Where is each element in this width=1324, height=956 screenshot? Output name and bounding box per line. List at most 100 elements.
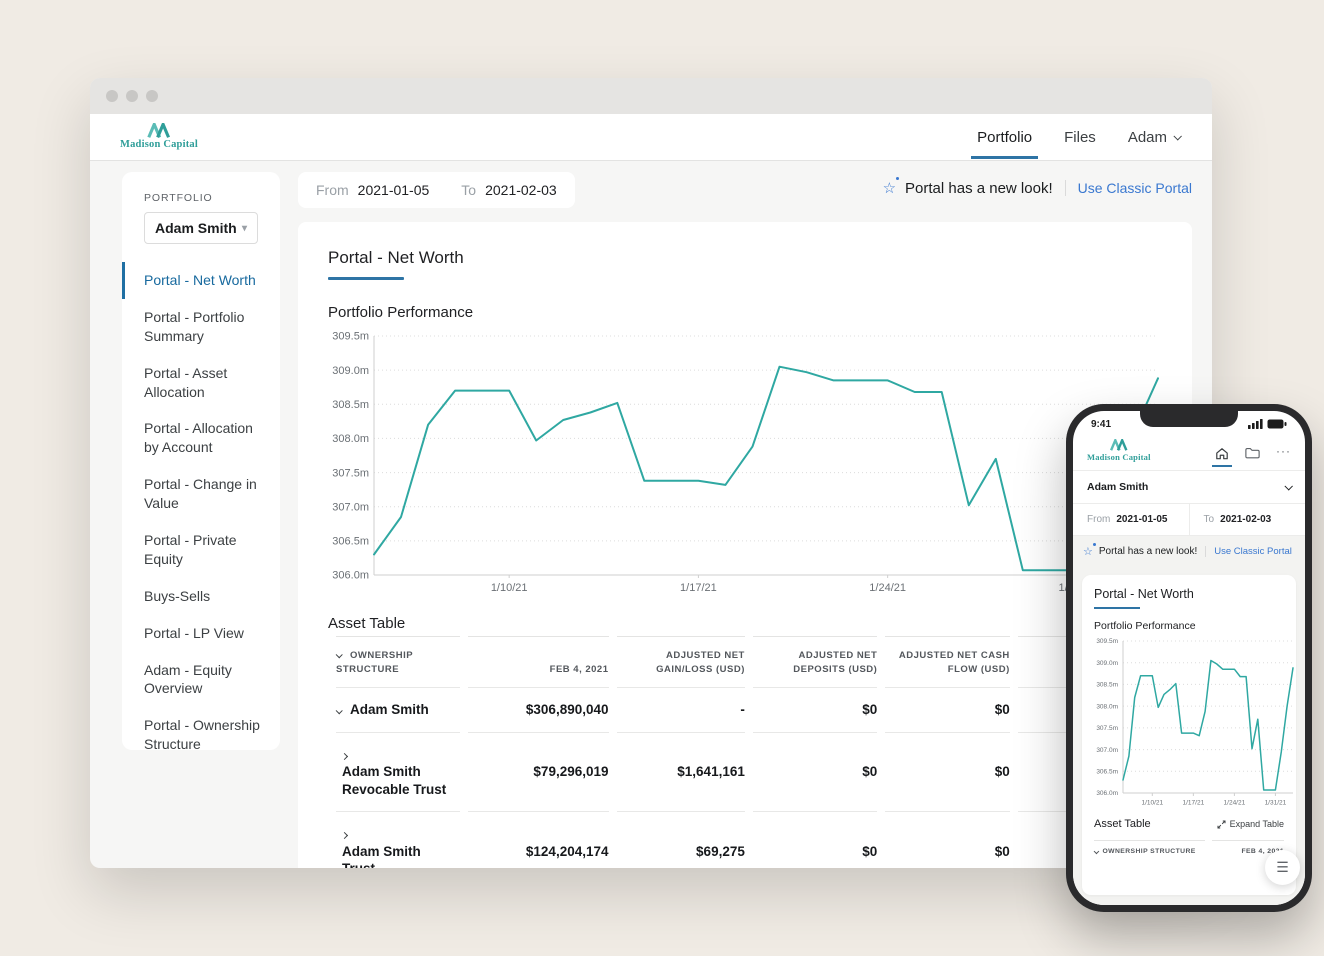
- nav-tab-files[interactable]: Files: [1062, 116, 1098, 159]
- brand-wordmark: Madison Capital: [1087, 453, 1151, 462]
- expand-table-label: Expand Table: [1230, 819, 1284, 829]
- row-name: Adam Smith: [350, 701, 429, 719]
- home-icon[interactable]: [1215, 447, 1229, 460]
- from-date-input[interactable]: 2021-01-05: [358, 182, 430, 198]
- column-header[interactable]: ADJUSTED NET DEPOSITS (USD): [753, 636, 877, 687]
- from-label: From: [1087, 514, 1110, 525]
- collapse-chevron-icon[interactable]: [336, 651, 343, 658]
- phone-brand-logo[interactable]: Madison Capital: [1087, 439, 1151, 462]
- portfolio-select-value: Adam Smith: [1087, 481, 1148, 493]
- top-navbar: Madison Capital Portfolio Files Adam: [90, 114, 1212, 161]
- use-classic-portal-link[interactable]: Use Classic Portal: [1205, 546, 1292, 557]
- row-name: Adam Smith Trust: [342, 843, 447, 868]
- cell-value: $0: [885, 732, 1009, 812]
- cell-value: $0: [885, 811, 1009, 868]
- phone-portfolio-select[interactable]: Adam Smith: [1073, 471, 1305, 504]
- new-look-banner: ☆ Portal has a new look! Use Classic Por…: [883, 179, 1192, 197]
- sidebar-item-equity-overview[interactable]: Adam - Equity Overview: [122, 652, 280, 708]
- sidebar-item-private-equity[interactable]: Portal - Private Equity: [122, 522, 280, 578]
- expand-chevron-icon[interactable]: [341, 753, 348, 760]
- cell-value: $1,641,161: [617, 732, 745, 812]
- cell-value: $0: [753, 687, 877, 732]
- expand-chevron-icon[interactable]: [341, 832, 348, 839]
- column-header[interactable]: FEB 4, 2021: [468, 636, 608, 687]
- table-row[interactable]: Adam Smith Revocable Trust $79,296,019 $…: [336, 732, 1154, 812]
- nav-user-menu[interactable]: Adam: [1126, 116, 1182, 159]
- phone-to-date[interactable]: To 2021-02-03: [1189, 504, 1306, 535]
- table-row[interactable]: Adam Smith $306,890,040 - $0 $0: [336, 687, 1154, 732]
- cell-value: $0: [753, 811, 877, 868]
- select-caret-icon: ▾: [242, 223, 247, 234]
- table-row[interactable]: Adam Smith Trust $124,204,174 $69,275 $0…: [336, 811, 1154, 868]
- use-classic-portal-link[interactable]: Use Classic Portal: [1065, 180, 1192, 196]
- phone-mockup: 9:41 Madison: [1066, 404, 1312, 912]
- svg-text:307.5m: 307.5m: [332, 467, 369, 479]
- sidebar-item-portfolio-summary[interactable]: Portal - Portfolio Summary: [122, 299, 280, 355]
- from-date-input: 2021-01-05: [1116, 514, 1167, 525]
- nav-user-label: Adam: [1128, 129, 1167, 146]
- to-label: To: [1204, 514, 1215, 525]
- phone-content-card: Portal - Net Worth Portfolio Performance…: [1082, 575, 1296, 895]
- to-date-input[interactable]: 2021-02-03: [485, 182, 557, 198]
- svg-text:308.0m: 308.0m: [1096, 703, 1118, 710]
- svg-text:1/17/21: 1/17/21: [680, 582, 717, 594]
- page-title: Portal - Net Worth: [1094, 587, 1284, 601]
- window-zoom-button[interactable]: [146, 90, 158, 102]
- date-range-picker: From 2021-01-05 To 2021-02-03: [298, 172, 575, 208]
- more-icon[interactable]: ···: [1276, 449, 1291, 458]
- collapse-chevron-icon[interactable]: [336, 707, 343, 714]
- svg-text:1/17/21: 1/17/21: [1183, 800, 1205, 807]
- phone-nav-icons: ···: [1215, 447, 1291, 462]
- sidebar-menu: Portal - Net Worth Portal - Portfolio Su…: [122, 262, 280, 763]
- sparkle-star-icon: ☆: [883, 179, 896, 197]
- svg-text:1/24/21: 1/24/21: [869, 582, 906, 594]
- svg-text:1/31/21: 1/31/21: [1265, 800, 1287, 807]
- svg-text:307.5m: 307.5m: [1096, 725, 1118, 732]
- brand-logo[interactable]: Madison Capital: [120, 123, 198, 151]
- signal-icon: [1248, 419, 1263, 429]
- sidebar-item-allocation-by-account[interactable]: Portal - Allocation by Account: [122, 410, 280, 466]
- sidebar-item-change-in-value[interactable]: Portal - Change in Value: [122, 466, 280, 522]
- brand-wordmark: Madison Capital: [120, 140, 198, 151]
- column-header[interactable]: ADJUSTED NET CASH FLOW (USD): [885, 636, 1009, 687]
- phone-header: Madison Capital ···: [1073, 435, 1305, 471]
- page-title: Portal - Net Worth: [328, 248, 1162, 268]
- phone-screen: 9:41 Madison: [1073, 411, 1305, 905]
- nav-tabs: Portfolio Files Adam: [975, 116, 1182, 159]
- chart-title: Portfolio Performance: [1094, 620, 1284, 632]
- svg-text:306.5m: 306.5m: [332, 536, 369, 548]
- portfolio-select[interactable]: Adam Smith ▾: [144, 212, 258, 244]
- column-header[interactable]: OWNERSHIP STRUCTURE: [1103, 848, 1196, 855]
- svg-text:308.0m: 308.0m: [332, 433, 369, 445]
- new-look-text: Portal has a new look!: [905, 180, 1053, 197]
- page-title-underline: [1094, 607, 1140, 610]
- chart-title: Portfolio Performance: [328, 304, 1162, 321]
- svg-text:309.5m: 309.5m: [1096, 638, 1118, 645]
- portfolio-performance-chart: 309.5m309.0m308.5m308.0m307.5m307.0m306.…: [328, 329, 1162, 601]
- sidebar-item-asset-allocation[interactable]: Portal - Asset Allocation: [122, 355, 280, 411]
- svg-text:306.5m: 306.5m: [1096, 768, 1118, 775]
- phone-from-date[interactable]: From 2021-01-05: [1073, 504, 1189, 535]
- from-label: From: [316, 182, 349, 198]
- svg-text:308.5m: 308.5m: [332, 399, 369, 411]
- window-close-button[interactable]: [106, 90, 118, 102]
- nav-tab-portfolio[interactable]: Portfolio: [975, 116, 1034, 159]
- expand-table-button[interactable]: Expand Table: [1217, 819, 1284, 829]
- svg-text:309.0m: 309.0m: [1096, 660, 1118, 667]
- column-header[interactable]: OWNERSHIP STRUCTURE: [336, 650, 413, 675]
- sidebar-item-buys-sells[interactable]: Buys-Sells: [122, 578, 280, 615]
- svg-text:306.0m: 306.0m: [332, 570, 369, 582]
- svg-text:309.5m: 309.5m: [332, 331, 369, 343]
- asset-table-title: Asset Table: [328, 615, 1162, 632]
- window-minimize-button[interactable]: [126, 90, 138, 102]
- sidebar-item-net-worth[interactable]: Portal - Net Worth: [122, 262, 280, 299]
- cell-value: -: [617, 687, 745, 732]
- sidebar-item-lp-view[interactable]: Portal - LP View: [122, 615, 280, 652]
- cell-value: $0: [885, 687, 1009, 732]
- svg-text:1/24/21: 1/24/21: [1224, 800, 1246, 807]
- collapse-chevron-icon[interactable]: [1094, 848, 1099, 853]
- folder-icon[interactable]: [1245, 447, 1260, 459]
- menu-fab-button[interactable]: ☰: [1265, 850, 1300, 885]
- column-header[interactable]: ADJUSTED NET GAIN/LOSS (USD): [617, 636, 745, 687]
- sidebar-item-ownership-structure[interactable]: Portal - Ownership Structure: [122, 707, 280, 763]
